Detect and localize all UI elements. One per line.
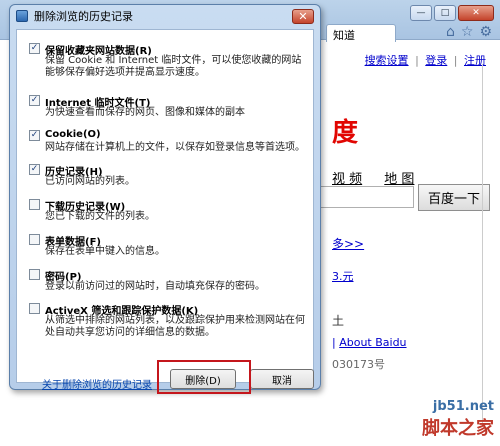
option-desc: 从筛选中排除的网站列表，以及跟踪保护用来检测网站在何处自动共享您访问的详细信息的…	[45, 315, 305, 338]
login-link[interactable]: 登录	[425, 54, 447, 67]
about-delete-history-link[interactable]: 关于删除浏览的历史记录	[42, 376, 152, 391]
highlight-box	[157, 360, 251, 394]
option-desc: 网站存储在计算机上的文件，以保存如登录信息等首选项。	[45, 142, 305, 153]
checkbox-history[interactable]: ✓	[29, 164, 40, 175]
option-desc: 您已下载的文件的列表。	[45, 211, 155, 222]
nav-map[interactable]: 地 图	[384, 172, 414, 187]
option-desc: 保存在表单中键入的信息。	[45, 246, 165, 257]
option-desc: 登录以前访问过的网站时，自动填充保存的密码。	[45, 281, 265, 292]
watermark-site: jb51.net	[432, 399, 494, 414]
checkbox-activex-data[interactable]	[29, 303, 40, 314]
option-title: Cookie(O)	[45, 129, 101, 140]
ie-icon	[16, 10, 28, 22]
tools-icon[interactable]: ⚙	[479, 24, 492, 40]
separator: |	[453, 54, 458, 67]
option-desc: 已访问网站的列表。	[45, 176, 135, 187]
dialog-titlebar[interactable]: 删除浏览的历史记录	[10, 5, 320, 27]
about-baidu-link[interactable]: About Baidu	[339, 336, 406, 349]
close-window-icon[interactable]: ✕	[458, 5, 494, 21]
minimize-icon[interactable]: —	[410, 5, 432, 21]
toolbar-icons: ⌂ ☆ ⚙	[446, 24, 492, 40]
checkbox-passwords[interactable]	[29, 269, 40, 280]
nav-video[interactable]: 视 频	[332, 172, 362, 187]
option-desc: 为快速查看而保存的网页、图像和媒体的副本	[45, 107, 245, 118]
checkbox-download-history[interactable]	[29, 199, 40, 210]
scrollbar[interactable]	[482, 64, 494, 424]
cancel-button[interactable]: 取消	[250, 369, 314, 389]
separator: |	[415, 54, 419, 67]
delete-history-dialog: 删除浏览的历史记录 ✕ ✓ 保留收藏夹网站数据(R) 保留 Cookie 和 I…	[9, 4, 321, 394]
search-button[interactable]: 百度一下	[418, 184, 490, 211]
checkbox-form-data[interactable]	[29, 234, 40, 245]
search-input[interactable]	[318, 186, 414, 208]
checkbox-preserve-favorites[interactable]: ✓	[29, 43, 40, 54]
close-icon[interactable]: ✕	[292, 9, 314, 24]
icp-text: 030173号	[332, 358, 385, 371]
favorites-icon[interactable]: ☆	[461, 24, 474, 40]
promo-link[interactable]: 3.元	[332, 268, 354, 284]
top-links: 搜索设置 | 登录 | 注册	[365, 52, 486, 68]
home-icon[interactable]: ⌂	[446, 24, 455, 40]
checkbox-temp-files[interactable]: ✓	[29, 95, 40, 106]
option-desc: 保留 Cookie 和 Internet 临时文件，可以使您收藏的网站能够保存偏…	[45, 55, 302, 78]
window-controls: — □ ✕	[410, 5, 494, 21]
checkbox-cookie[interactable]: ✓	[29, 130, 40, 141]
watermark: jb51.net 脚本之家	[422, 399, 494, 440]
promo-text: 土	[332, 314, 345, 328]
dialog-title: 删除浏览的历史记录	[34, 10, 133, 23]
baidu-logo-fragment: 度	[332, 118, 359, 148]
maximize-icon[interactable]: □	[434, 5, 456, 21]
dialog-body: ✓ 保留收藏夹网站数据(R) 保留 Cookie 和 Internet 临时文件…	[16, 29, 314, 383]
watermark-brand: 脚本之家	[422, 418, 494, 439]
browser-tab[interactable]: 知道	[326, 24, 396, 42]
more-link[interactable]: 多>>	[332, 235, 364, 252]
search-settings-link[interactable]: 搜索设置	[365, 54, 409, 67]
about-baidu: | About Baidu	[332, 336, 407, 349]
